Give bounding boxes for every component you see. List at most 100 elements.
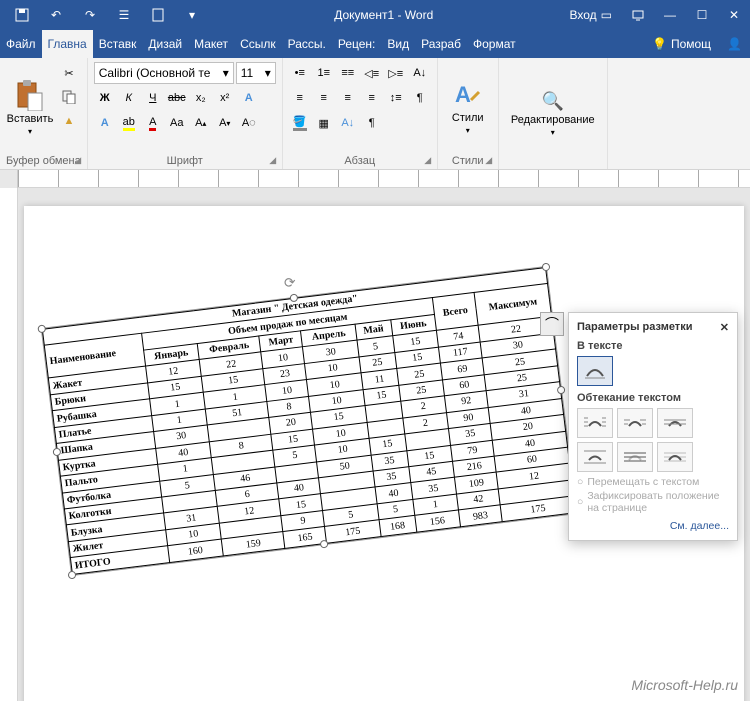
vertical-ruler[interactable] <box>0 188 18 701</box>
line-spacing-button[interactable]: ↕≡ <box>385 87 407 109</box>
share-button[interactable]: 👤 <box>719 30 750 58</box>
font-launcher[interactable]: ◢ <box>266 153 280 167</box>
wrap-front-option[interactable] <box>657 442 693 472</box>
clipboard-icon <box>16 79 44 111</box>
sign-in-button[interactable]: Вход▭ <box>560 8 623 22</box>
borders-button[interactable]: ▦ <box>313 112 335 134</box>
text-effects-button[interactable]: A <box>238 87 260 109</box>
undo-icon[interactable]: ↶ <box>40 0 72 30</box>
numbering-button[interactable]: 1≡ <box>313 62 335 84</box>
multilevel-button[interactable]: ≡≡ <box>337 62 359 84</box>
borders-icon: ▦ <box>319 117 329 130</box>
svg-text:A: A <box>455 82 471 107</box>
resize-handle[interactable] <box>68 571 77 580</box>
tab-design[interactable]: Дизай <box>142 30 188 58</box>
resize-handle[interactable] <box>542 263 551 272</box>
shrink-a-button[interactable]: A▾ <box>214 112 236 134</box>
paragraph-launcher[interactable]: ◢ <box>421 153 435 167</box>
align-left-button[interactable]: ≡ <box>289 87 311 109</box>
see-more-link[interactable]: См. далее... <box>577 520 729 532</box>
grow-font-button[interactable]: A <box>94 112 116 134</box>
sort-button[interactable]: A↓ <box>409 62 431 84</box>
resize-handle[interactable] <box>557 386 566 395</box>
copy-button[interactable] <box>58 86 80 108</box>
wrap-behind-option[interactable] <box>617 442 653 472</box>
italic-button[interactable]: К <box>118 87 140 109</box>
save-icon[interactable] <box>6 0 38 30</box>
qat-dropdown-icon[interactable]: ▾ <box>176 0 208 30</box>
cell-total: 983 <box>458 505 502 527</box>
clipboard-launcher[interactable]: ◢ <box>71 153 85 167</box>
tab-review[interactable]: Рецен: <box>332 30 382 58</box>
bulb-icon: 💡 <box>652 37 667 51</box>
format-painter-button[interactable]: ▲ <box>58 110 80 132</box>
cut-button[interactable]: ✂ <box>58 62 80 84</box>
chevron-down-icon: ▾ <box>28 127 32 136</box>
layout-options-anchor[interactable]: ⌒ <box>540 312 564 336</box>
wrap-topbottom-option[interactable] <box>577 442 613 472</box>
line-spacing-icon: ↕≡ <box>390 92 402 104</box>
align-center-button[interactable]: ≡ <box>313 87 335 109</box>
outdent-button[interactable]: ◁≡ <box>361 62 383 84</box>
horizontal-ruler[interactable] <box>0 170 750 188</box>
copy-icon <box>62 90 76 104</box>
wrap-through-option[interactable] <box>657 408 693 438</box>
wrap-tight-option[interactable] <box>617 408 653 438</box>
font-name-combo[interactable]: Calibri (Основной те▾ <box>94 62 234 84</box>
shading-button[interactable]: 🪣 <box>289 112 311 134</box>
search-icon: 🔍 <box>542 91 564 112</box>
para-sort-button[interactable]: A↓ <box>337 112 359 134</box>
clear-format-button[interactable]: A◌ <box>238 112 260 134</box>
watermark: Microsoft-Help.ru <box>627 677 742 693</box>
highlight-button[interactable]: ab <box>118 112 140 134</box>
align-right-button[interactable]: ≡ <box>337 87 359 109</box>
paste-button[interactable]: Вставить ▾ <box>6 62 54 153</box>
superscript-button[interactable]: x² <box>214 87 236 109</box>
data-table: Магазин " Детская одежда" Наименование О… <box>42 267 576 575</box>
change-case-button[interactable]: Aa <box>166 112 188 134</box>
new-icon[interactable] <box>142 0 174 30</box>
underline-button[interactable]: Ч <box>142 87 164 109</box>
strike-button[interactable]: abc <box>166 87 188 109</box>
font-size-combo[interactable]: 11▾ <box>236 62 276 84</box>
tab-developer[interactable]: Разраб <box>415 30 467 58</box>
table-object[interactable]: ⟳ Магазин " Детская одежда" Наименование… <box>41 266 578 576</box>
align-right-icon: ≡ <box>345 92 351 104</box>
pilcrow-button[interactable]: ¶ <box>361 112 383 134</box>
close-button[interactable]: ✕ <box>718 0 750 30</box>
touch-mode-icon[interactable]: ☰ <box>108 0 140 30</box>
ribbon-options-icon[interactable] <box>622 0 654 30</box>
styles-button[interactable]: A Стили ▾ <box>444 62 492 153</box>
resize-handle[interactable] <box>320 540 329 549</box>
tab-format[interactable]: Формат <box>467 30 522 58</box>
indent-button[interactable]: ▷≡ <box>385 62 407 84</box>
editing-button[interactable]: 🔍 Редактирование ▾ <box>505 62 601 165</box>
tab-file[interactable]: Файл <box>0 30 42 58</box>
tab-mailings[interactable]: Рассы. <box>282 30 332 58</box>
move-with-text-radio: ○Перемещать с текстом <box>577 476 729 488</box>
tab-layout[interactable]: Макет <box>188 30 234 58</box>
bullets-button[interactable]: •≡ <box>289 62 311 84</box>
wrap-square-option[interactable] <box>577 408 613 438</box>
redo-icon[interactable]: ↷ <box>74 0 106 30</box>
maximize-button[interactable]: ☐ <box>686 0 718 30</box>
justify-icon: ≡ <box>369 92 375 104</box>
minimize-button[interactable]: — <box>654 0 686 30</box>
rotate-handle[interactable]: ⟳ <box>283 274 297 292</box>
tab-home[interactable]: Главна <box>42 30 93 58</box>
scissors-icon: ✂ <box>64 67 73 80</box>
font-color-button[interactable]: A <box>142 112 164 134</box>
styles-launcher[interactable]: ◢ <box>482 153 496 167</box>
tab-references[interactable]: Ссылк <box>234 30 282 58</box>
tab-view[interactable]: Вид <box>381 30 415 58</box>
wrap-inline-option[interactable] <box>577 356 613 386</box>
show-marks-button[interactable]: ¶ <box>409 87 431 109</box>
close-icon[interactable]: ✕ <box>720 321 729 334</box>
tell-me[interactable]: 💡Помощ <box>646 30 719 58</box>
group-font-label: Шрифт <box>94 153 276 169</box>
subscript-button[interactable]: x₂ <box>190 87 212 109</box>
bold-button[interactable]: Ж <box>94 87 116 109</box>
grow-a-button[interactable]: A▴ <box>190 112 212 134</box>
justify-button[interactable]: ≡ <box>361 87 383 109</box>
tab-insert[interactable]: Вставк <box>93 30 143 58</box>
